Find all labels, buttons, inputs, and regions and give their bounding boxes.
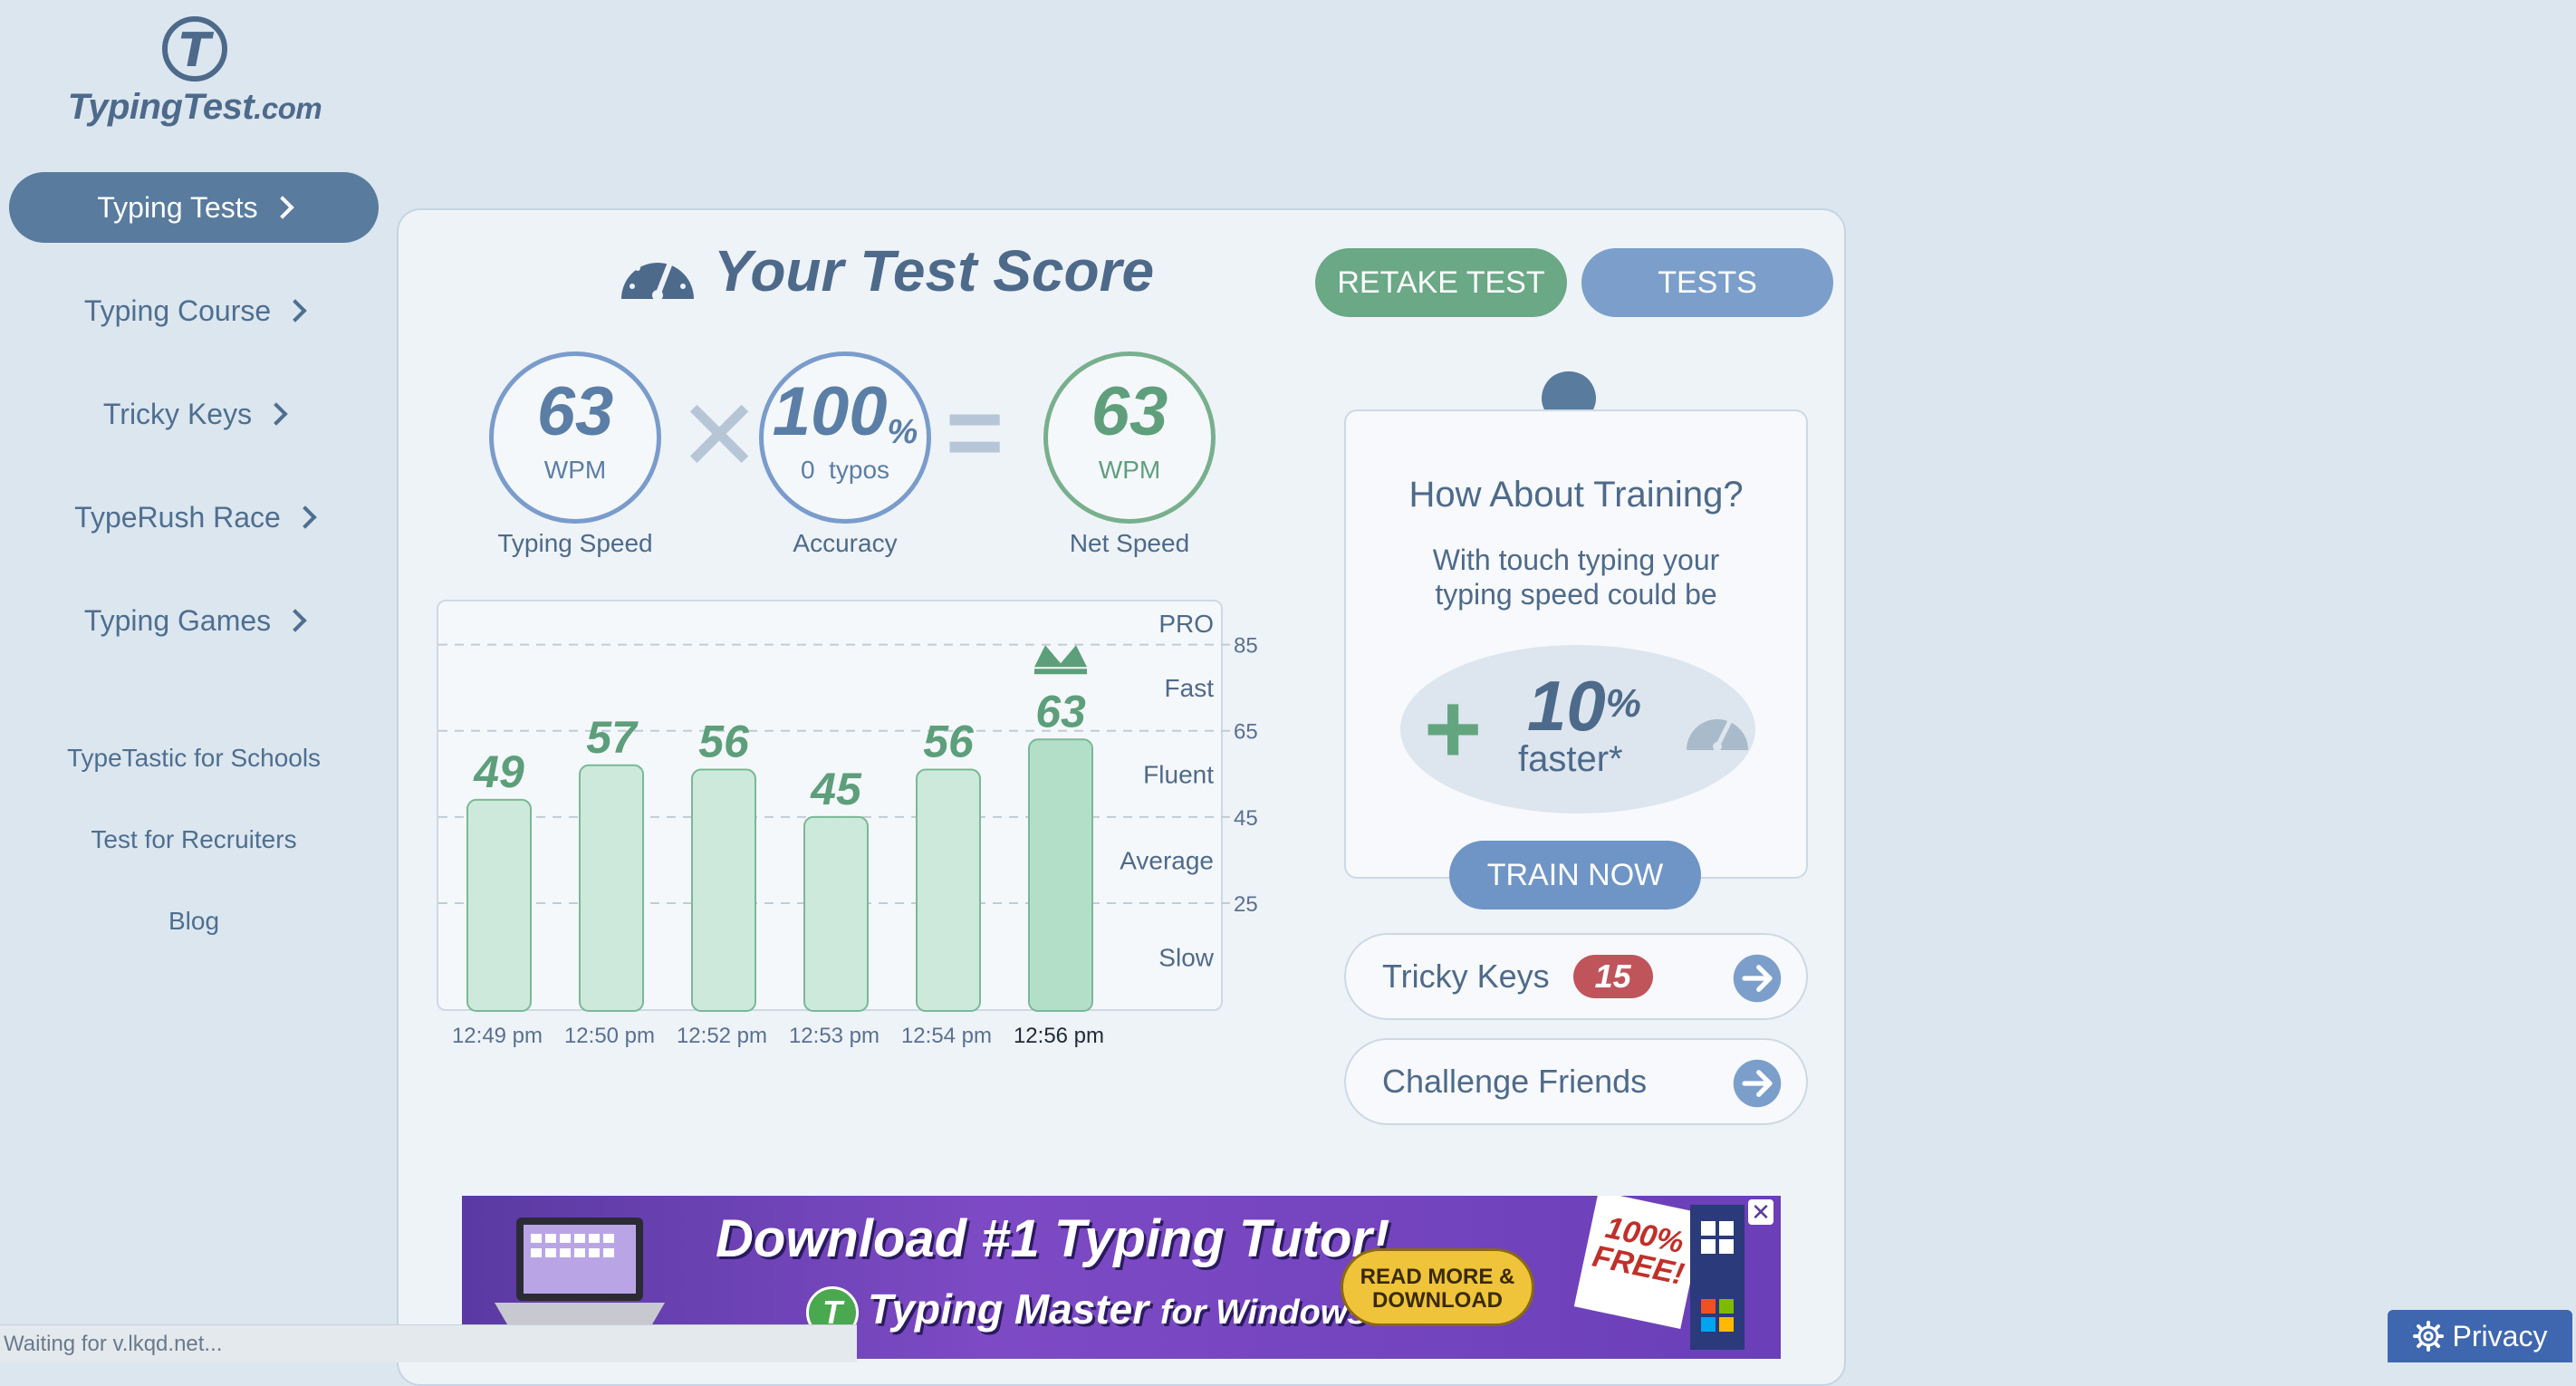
chart-bar	[803, 815, 869, 1012]
training-text: With touch typing your typing speed could…	[1432, 544, 1720, 611]
speedometer-icon	[1687, 718, 1748, 751]
nav-item-typing-course[interactable]: Typing Course	[9, 275, 379, 346]
ad-close-button[interactable]: ✕	[1748, 1199, 1773, 1225]
chart-y-tick-label: 85	[1234, 634, 1258, 659]
score-title: Your Test Score	[616, 237, 1154, 304]
crown-icon-base	[1034, 669, 1087, 675]
chart-bar-value: 45	[810, 764, 862, 814]
laptop-illustration	[495, 1218, 665, 1324]
windows-logo-icon	[1690, 1205, 1745, 1350]
chevron-right-icon	[264, 402, 288, 426]
chart-band-label: Fluent	[1143, 760, 1214, 788]
equals-icon: =	[946, 377, 1004, 488]
sidebar-links: TypeTastic for Schools Test for Recruite…	[9, 738, 379, 983]
chart-bar-value: 49	[473, 746, 524, 797]
chart-y-tick-label: 25	[1234, 892, 1258, 917]
accuracy-value: 100%	[772, 373, 918, 452]
typing-speed-value: 63	[536, 373, 614, 450]
faster-percent: 10%	[1527, 666, 1641, 746]
chart-bar	[466, 798, 532, 1012]
speedometer-icon	[621, 253, 694, 301]
net-speed-circle: 63 WPM	[1043, 351, 1216, 524]
chart-y-tick-label: 45	[1234, 806, 1258, 831]
accuracy-circle: 100% 0 typos	[759, 351, 931, 524]
chart-x-tick-label: 12:53 pm	[788, 1024, 880, 1048]
chart-y-tick-label: 65	[1234, 720, 1258, 745]
tricky-keys-label: Tricky Keys	[1382, 958, 1550, 995]
crown-icon	[1034, 645, 1087, 668]
browser-status-bar: Waiting for v.lkqd.net...	[0, 1324, 857, 1362]
page-title: Your Test Score	[714, 238, 1155, 303]
privacy-button[interactable]: Privacy	[2388, 1310, 2572, 1362]
chart-band-label: Slow	[1158, 944, 1214, 972]
chevron-right-icon	[270, 196, 294, 219]
net-speed-value: 63	[1091, 373, 1168, 450]
ad-free-sticker: 100% FREE!	[1573, 1196, 1706, 1330]
arrow-right-icon	[1733, 1059, 1782, 1108]
nav-item-typing-games[interactable]: Typing Games	[9, 585, 379, 656]
chart-svg: 25 45 65 85 PRO Fast Fluent Average Slow 49 57 56 45…	[438, 610, 1258, 1013]
chart-band-label: PRO	[1158, 610, 1214, 638]
chart-bar	[579, 764, 644, 1013]
chevron-right-icon	[293, 505, 317, 529]
chart-bar-value: 63	[1035, 686, 1086, 736]
ad-download-button[interactable]: READ MORE & DOWNLOAD	[1341, 1248, 1534, 1326]
chart-x-tick-label: 12:49 pm	[451, 1024, 543, 1048]
link-typetastic-schools[interactable]: TypeTastic for Schools	[9, 738, 379, 820]
sidebar-nav: Typing Tests Typing Course Tricky Keys T…	[9, 172, 379, 688]
nav-item-tricky-keys[interactable]: Tricky Keys	[9, 379, 379, 449]
training-title: How About Training?	[1408, 475, 1744, 515]
arrow-right-icon	[1733, 954, 1782, 1003]
site-logo[interactable]: T TypingTest.com	[63, 16, 326, 139]
chart-bar-value: 56	[923, 717, 975, 767]
accuracy-label: Accuracy	[793, 529, 898, 557]
chart-x-tick-label: 12:50 pm	[563, 1024, 656, 1048]
chart-bar-value: 57	[586, 712, 639, 763]
chart-band-label: Fast	[1165, 674, 1215, 702]
chart-x-tick-label: 12:54 pm	[900, 1024, 993, 1048]
times-icon: ✕	[678, 380, 762, 492]
chevron-right-icon	[284, 299, 307, 322]
faster-bubble: + 10% faster*	[1400, 645, 1755, 813]
retake-test-button[interactable]: RETAKE TEST	[1315, 248, 1567, 317]
link-blog[interactable]: Blog	[9, 901, 379, 983]
typing-speed-unit: WPM	[543, 456, 607, 484]
chart-x-tick-label: 12:52 pm	[676, 1024, 768, 1048]
chart-bar	[916, 768, 981, 1012]
tricky-keys-count-badge: 15	[1572, 955, 1653, 998]
plus-icon: +	[1424, 673, 1483, 784]
nav-item-typing-tests[interactable]: Typing Tests	[9, 172, 379, 243]
logo-mark-icon: T	[162, 16, 227, 82]
chart-bar	[691, 768, 756, 1012]
challenge-friends-button[interactable]: Challenge Friends	[1344, 1038, 1808, 1125]
chart-bar-value: 56	[698, 717, 750, 767]
tests-button[interactable]: TESTS	[1581, 248, 1833, 317]
chart-x-tick-label: 12:56 pm	[1013, 1024, 1105, 1048]
ad-title: Download #1 Typing Tutor!	[716, 1209, 1390, 1268]
challenge-friends-label: Challenge Friends	[1382, 1063, 1648, 1100]
train-now-button[interactable]: TRAIN NOW	[1449, 841, 1701, 910]
typos-count: 0 typos	[800, 456, 890, 484]
link-test-recruiters[interactable]: Test for Recruiters	[9, 820, 379, 901]
speed-history-chart: 25 45 65 85 PRO Fast Fluent Average Slow 49 57 56 45…	[437, 600, 1258, 1013]
chart-band-label: Average	[1120, 846, 1214, 874]
typing-speed-label: Typing Speed	[497, 529, 653, 557]
net-speed-label: Net Speed	[1069, 529, 1190, 557]
net-speed-unit: WPM	[1098, 456, 1161, 484]
typing-speed-circle: 63 WPM	[489, 351, 661, 524]
training-panel: How About Training? With touch typing yo…	[1344, 409, 1808, 879]
faster-label: faster*	[1518, 739, 1623, 779]
gear-icon	[2412, 1321, 2444, 1352]
nav-item-typerush-race[interactable]: TypeRush Race	[9, 482, 379, 553]
chevron-right-icon	[284, 609, 307, 632]
ad-subtitle: T Typing Master for Windows	[806, 1285, 1367, 1339]
chart-bar	[1028, 738, 1093, 1012]
tricky-keys-button[interactable]: Tricky Keys 15	[1344, 933, 1808, 1020]
logo-text: TypingTest.com	[67, 87, 322, 127]
